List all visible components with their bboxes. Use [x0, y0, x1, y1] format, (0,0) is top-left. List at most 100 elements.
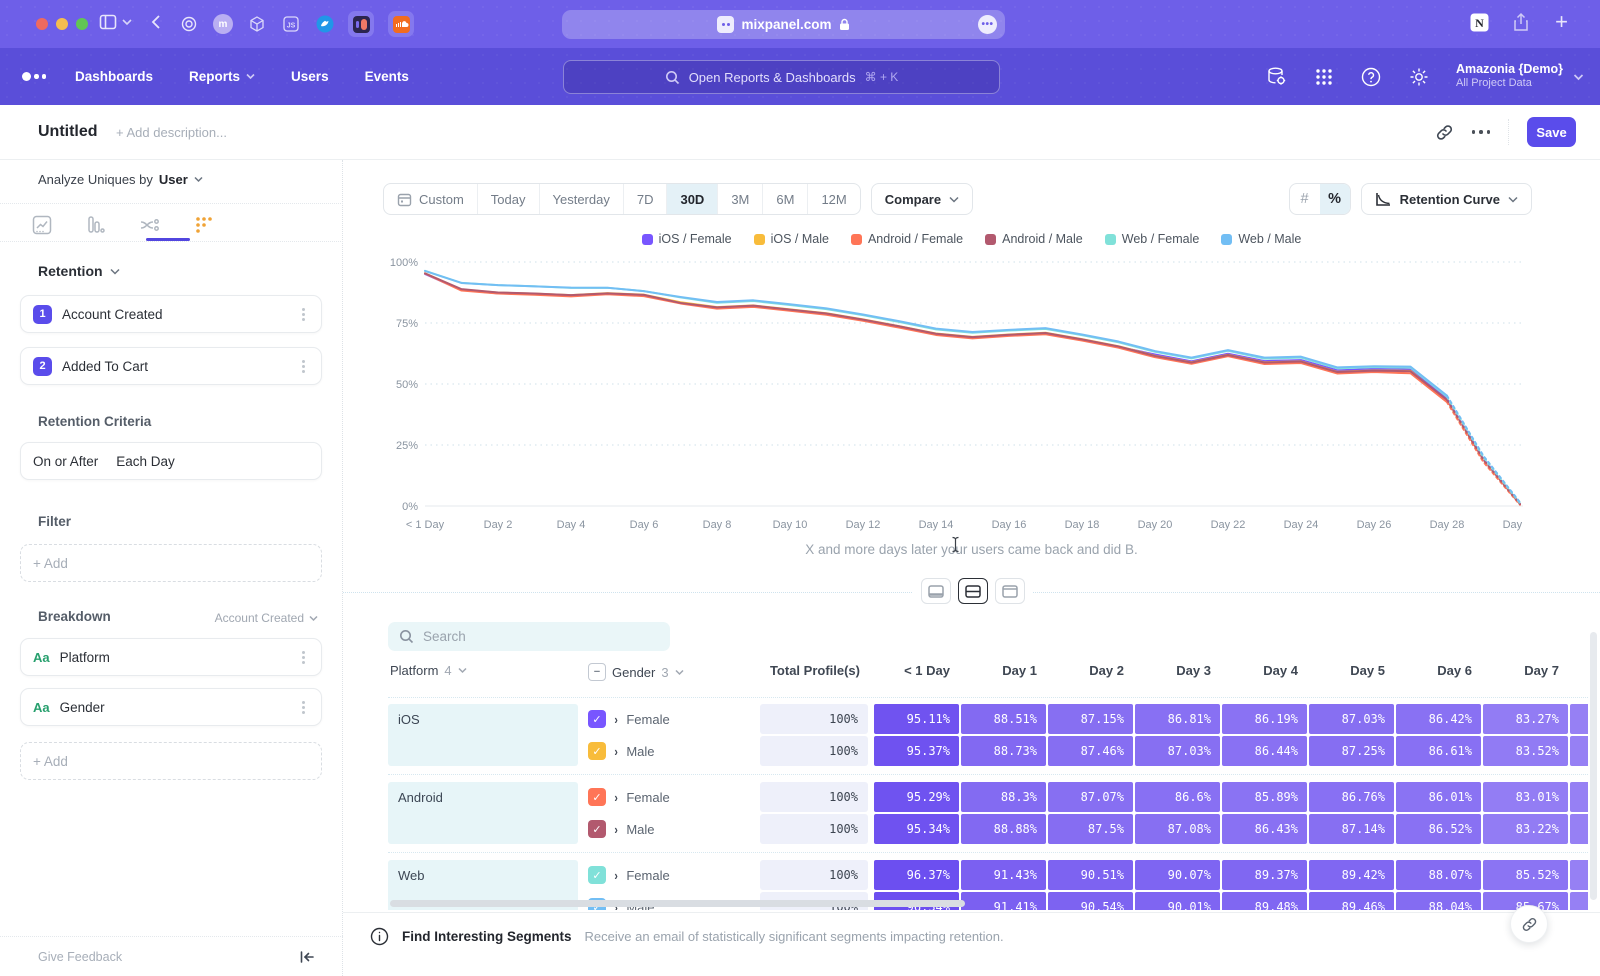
table-search-input[interactable]: Search	[388, 622, 670, 651]
legend-item[interactable]: Web / Male	[1221, 232, 1301, 246]
copy-link-icon[interactable]	[1435, 123, 1454, 142]
analyze-value-dropdown[interactable]: User	[159, 172, 188, 187]
retention-value-cell[interactable]: 89.46%	[1309, 892, 1394, 910]
series-checkbox[interactable]: ✓	[588, 820, 606, 838]
absolute-numbers-toggle[interactable]: #	[1290, 184, 1320, 214]
series-checkbox[interactable]: ✓	[588, 742, 606, 760]
add-description-placeholder[interactable]: + Add description...	[116, 125, 227, 140]
extension-mixpanel-icon[interactable]	[348, 11, 374, 37]
horizontal-scrollbar[interactable]	[390, 900, 965, 907]
retention-value-cell[interactable]: 91.41%	[961, 892, 1046, 910]
notion-tab-icon[interactable]: N	[1469, 12, 1490, 33]
gender-cell[interactable]: ✓›Male	[588, 736, 758, 766]
retention-value-cell[interactable]: 88.51%	[961, 704, 1046, 734]
retention-value-cell[interactable]: 87.25%	[1309, 736, 1394, 766]
split-view-button[interactable]	[958, 578, 988, 604]
close-window-button[interactable]	[36, 18, 48, 30]
retention-value-cell[interactable]: 83.01%	[1483, 782, 1568, 812]
retention-line-chart[interactable]: 100%75%50%25%0%< 1 DayDay 2Day 4Day 6Day…	[383, 250, 1523, 536]
expand-row-icon[interactable]: ›	[614, 744, 617, 759]
retention-value-cell[interactable]: 88.3%	[961, 782, 1046, 812]
retention-value-cell[interactable]: 86.6%	[1135, 782, 1220, 812]
range-today[interactable]: Today	[478, 184, 540, 214]
more-actions-icon[interactable]	[1472, 130, 1491, 134]
series-checkbox[interactable]: ✓	[588, 710, 606, 728]
browser-sidebar-icon[interactable]	[98, 12, 118, 32]
gender-column-header[interactable]: − Gender3	[588, 663, 684, 681]
tab-insights[interactable]	[24, 210, 60, 240]
retention-value-cell[interactable]: 90.01%	[1135, 892, 1220, 910]
chevron-down-icon[interactable]	[122, 18, 132, 26]
tab-funnels[interactable]	[78, 210, 114, 240]
legend-item[interactable]: Android / Female	[851, 232, 963, 246]
retention-value-cell[interactable]: 83.22%	[1483, 814, 1568, 844]
help-icon[interactable]	[1360, 66, 1382, 88]
retention-value-cell[interactable]: 91.43%	[961, 860, 1046, 890]
extension-cube-icon[interactable]	[244, 11, 270, 37]
retention-value-cell[interactable]: 89.37%	[1222, 860, 1307, 890]
retention-value-cell[interactable]: 86.43%	[1222, 814, 1307, 844]
retention-step-2[interactable]: 2 Added To Cart	[20, 347, 322, 385]
nav-link-users[interactable]: Users	[291, 69, 329, 84]
expand-row-icon[interactable]: ›	[614, 712, 617, 727]
add-breakdown-button[interactable]: + Add	[20, 742, 322, 780]
vertical-scrollbar[interactable]	[1590, 632, 1597, 900]
share-icon[interactable]	[1512, 12, 1530, 33]
retention-value-cell[interactable]: 86.01%	[1396, 782, 1481, 812]
legend-item[interactable]: Android / Male	[985, 232, 1083, 246]
collapse-sidebar-icon[interactable]	[299, 950, 315, 964]
retention-value-cell[interactable]: 90.51%	[1048, 860, 1133, 890]
report-title[interactable]: Untitled	[38, 123, 98, 141]
select-all-checkbox[interactable]: −	[588, 663, 606, 681]
extensions-more-icon[interactable]: •••	[978, 15, 997, 34]
retention-value-cell[interactable]: 90.54%	[1048, 892, 1133, 910]
extension-soundcloud-icon[interactable]	[388, 11, 414, 37]
retention-value-cell[interactable]: 86.44%	[1222, 736, 1307, 766]
platform-column-header[interactable]: Platform4	[390, 663, 467, 678]
retention-step-1[interactable]: 1 Account Created	[20, 295, 322, 333]
nav-link-events[interactable]: Events	[365, 69, 409, 84]
zoom-window-button[interactable]	[76, 18, 88, 30]
browser-address-bar[interactable]: mixpanel.com •••	[562, 10, 1005, 39]
extension-js-icon[interactable]: JS	[278, 11, 304, 37]
share-link-floating-button[interactable]	[1510, 905, 1548, 943]
series-checkbox[interactable]: ✓	[588, 866, 606, 884]
save-button[interactable]: Save	[1527, 117, 1576, 147]
table-only-view-button[interactable]	[995, 578, 1025, 604]
legend-item[interactable]: iOS / Male	[754, 232, 829, 246]
retention-value-cell[interactable]: 89.42%	[1309, 860, 1394, 890]
step-options-icon[interactable]	[302, 365, 305, 368]
apps-grid-icon[interactable]	[1314, 67, 1334, 87]
retention-value-cell[interactable]: 86.52%	[1396, 814, 1481, 844]
criteria-operator[interactable]: On or After	[33, 454, 98, 469]
range-yesterday[interactable]: Yesterday	[540, 184, 624, 214]
nav-link-dashboards[interactable]: Dashboards	[75, 69, 153, 84]
range-3m[interactable]: 3M	[718, 184, 763, 214]
retention-value-cell[interactable]: 87.07%	[1048, 782, 1133, 812]
retention-value-cell[interactable]: 86.81%	[1135, 704, 1220, 734]
expand-row-icon[interactable]: ›	[614, 790, 617, 805]
retention-value-cell[interactable]: 85.52%	[1483, 860, 1568, 890]
tab-flows[interactable]	[132, 210, 168, 240]
retention-value-cell[interactable]: 85.89%	[1222, 782, 1307, 812]
retention-criteria-card[interactable]: On or After Each Day	[20, 442, 322, 480]
extension-avatar-icon[interactable]: m	[213, 14, 233, 34]
range-7d[interactable]: 7D	[624, 184, 668, 214]
data-management-icon[interactable]	[1265, 65, 1288, 88]
percent-toggle[interactable]: %	[1320, 184, 1350, 214]
retention-value-cell[interactable]: 86.19%	[1222, 704, 1307, 734]
new-tab-icon[interactable]: +	[1555, 9, 1568, 35]
retention-value-cell[interactable]: 95.29%	[874, 782, 959, 812]
expand-row-icon[interactable]: ›	[614, 868, 617, 883]
retention-value-cell[interactable]: 86.76%	[1309, 782, 1394, 812]
retention-value-cell[interactable]: 95.34%	[874, 814, 959, 844]
series-checkbox[interactable]: ✓	[588, 788, 606, 806]
retention-value-cell[interactable]: 87.03%	[1135, 736, 1220, 766]
retention-value-cell[interactable]: 88.04%	[1396, 892, 1481, 910]
retention-value-cell[interactable]: 87.46%	[1048, 736, 1133, 766]
range-12m[interactable]: 12M	[808, 184, 859, 214]
find-segments-title[interactable]: Find Interesting Segments	[402, 929, 572, 944]
criteria-interval[interactable]: Each Day	[116, 454, 175, 469]
mixpanel-logo[interactable]	[22, 72, 46, 81]
retention-value-cell[interactable]: 87.14%	[1309, 814, 1394, 844]
